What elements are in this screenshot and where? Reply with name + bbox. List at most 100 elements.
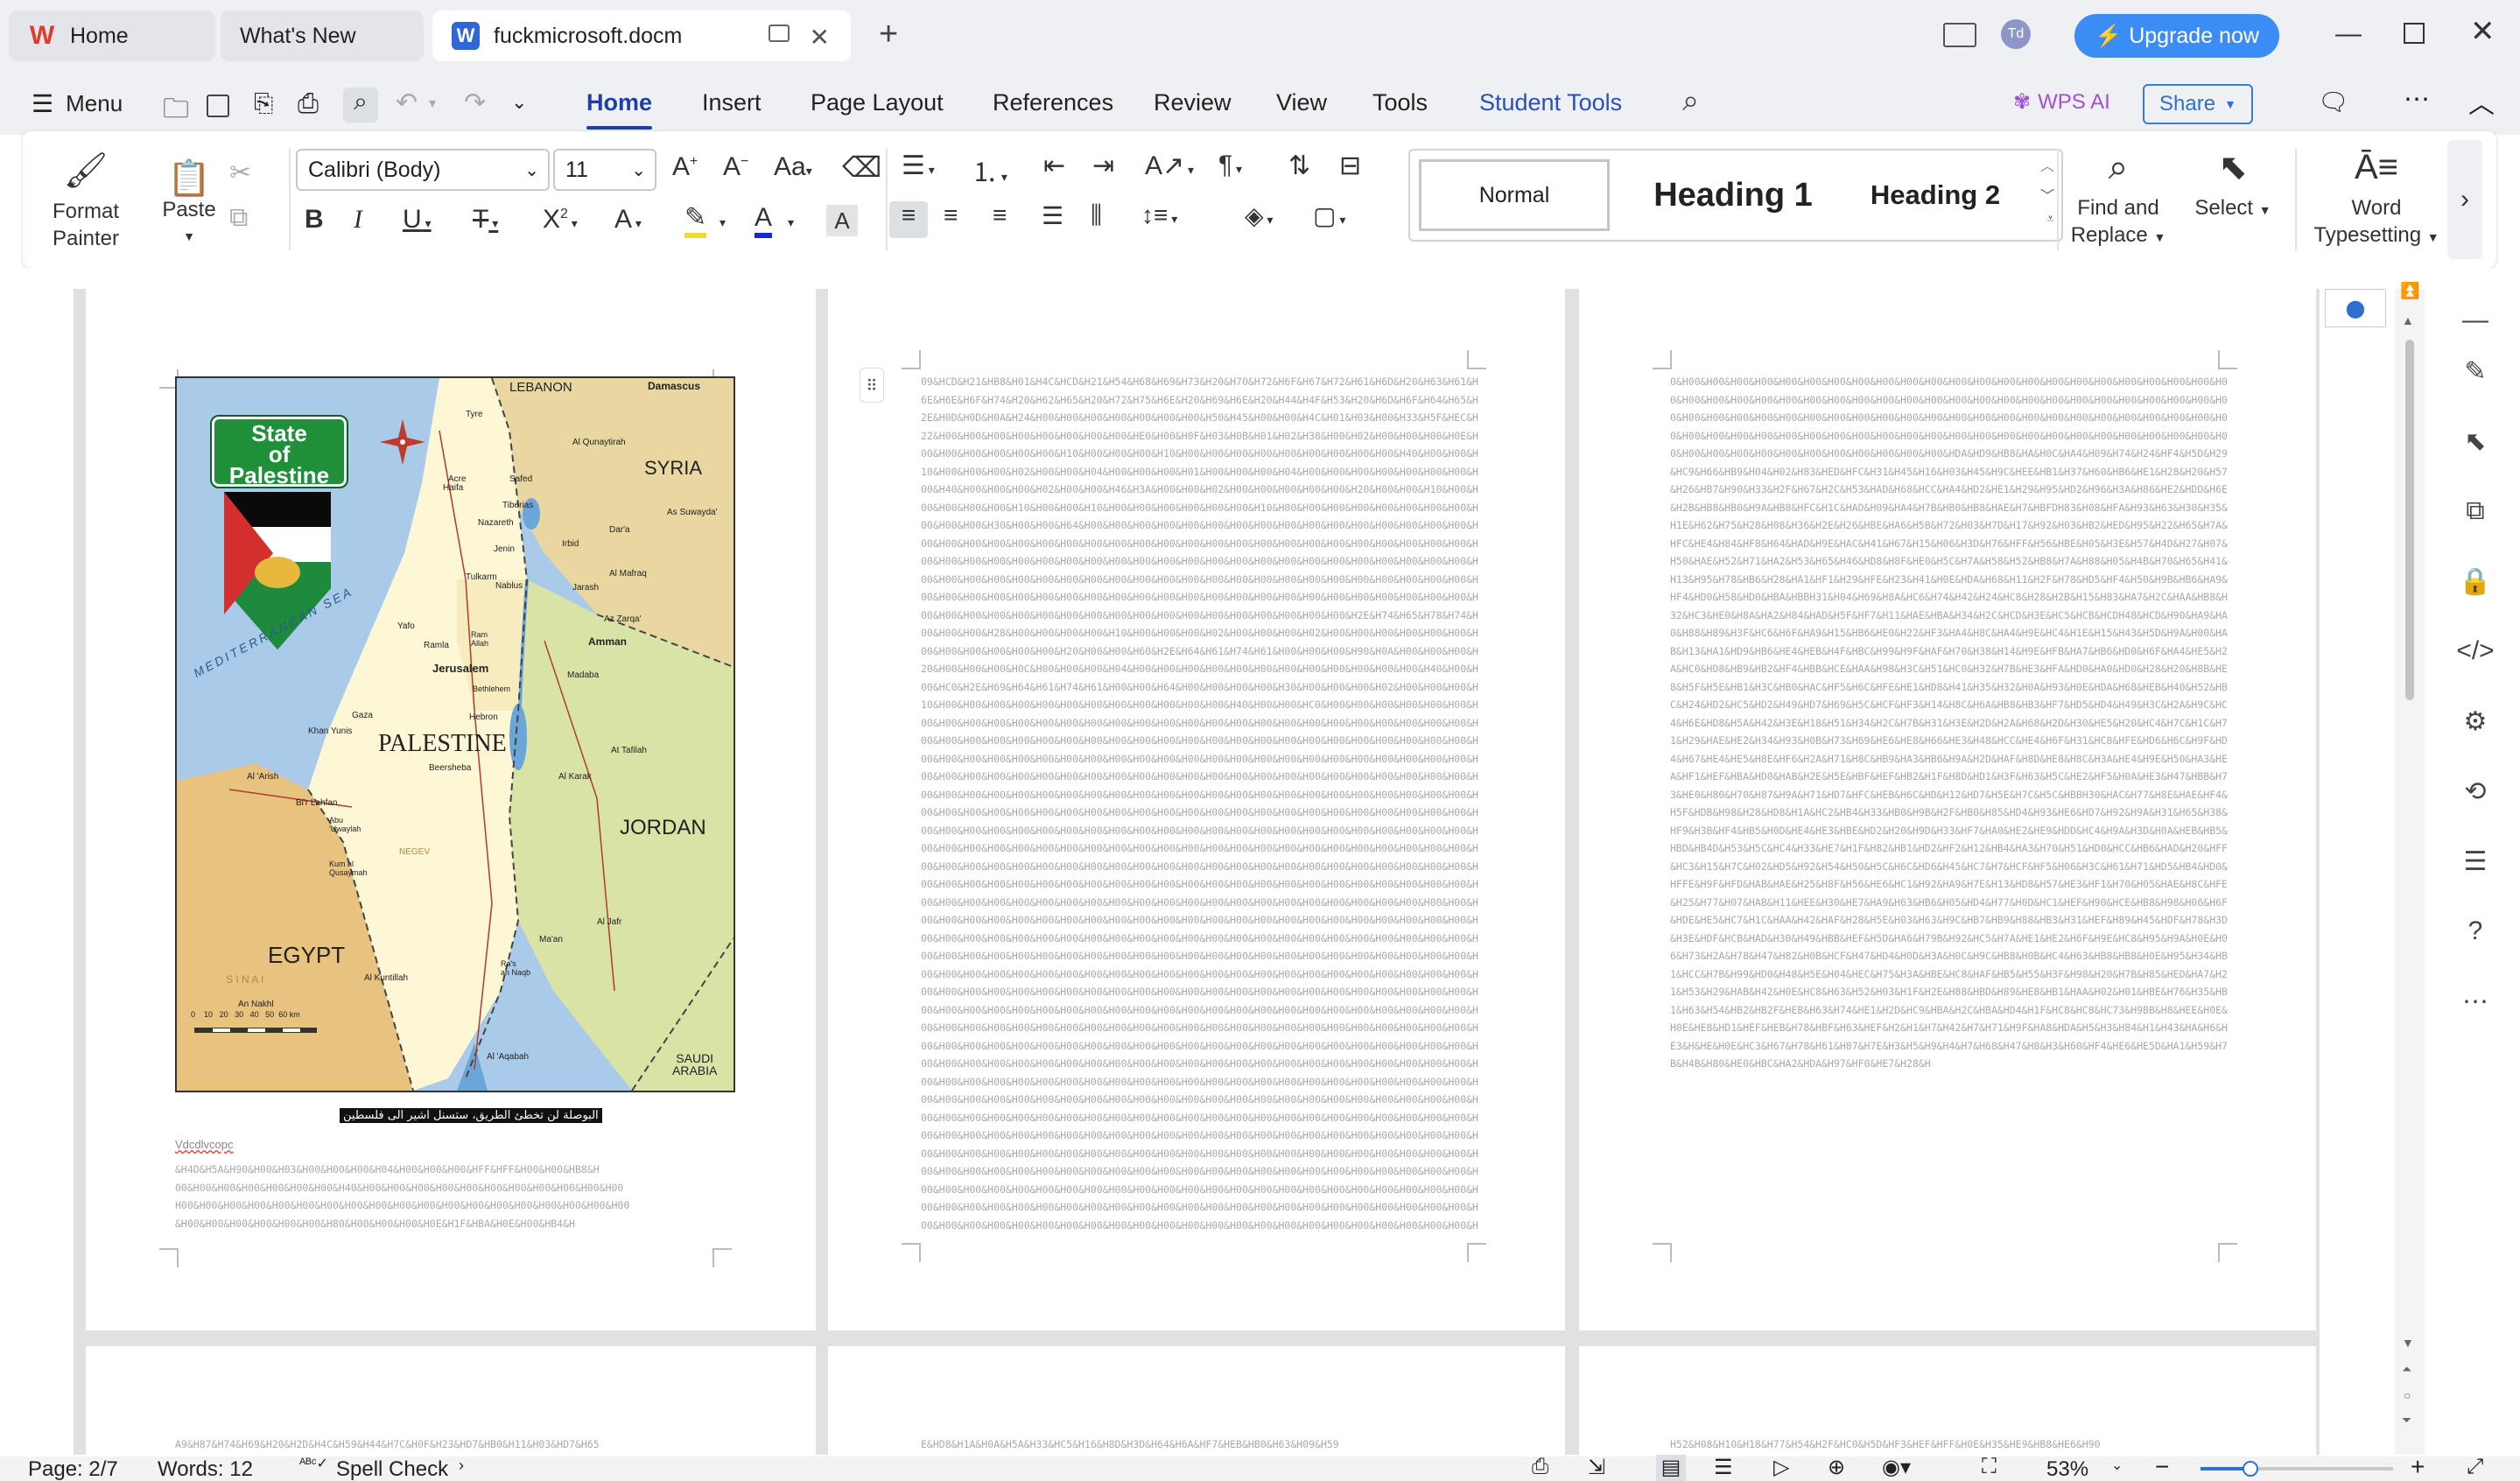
code-icon[interactable]: </>	[2456, 634, 2494, 669]
more-tools-icon[interactable]: ⋯	[2458, 984, 2493, 1019]
next-page-icon[interactable]: ⏷	[2402, 1413, 2411, 1428]
tab-document[interactable]: W fuckmicrosoft.docm ✕	[432, 11, 851, 61]
shading-button[interactable]: ◈ ▾	[1245, 201, 1273, 230]
paste-button[interactable]: 📋 Paste ▼	[154, 158, 224, 247]
help-icon[interactable]: ?	[2458, 914, 2493, 949]
eye-protection-icon[interactable]: ◉▾	[1882, 1455, 1911, 1480]
style-heading-2[interactable]: Heading 2	[1848, 159, 2023, 231]
word-typesetting-button[interactable]: Ā≡ Word Typesetting ▼	[2311, 150, 2442, 251]
change-case-icon[interactable]: Aa▾	[774, 152, 812, 182]
share-button[interactable]: Share ▼	[2143, 84, 2253, 124]
undo-icon[interactable]: ↶	[396, 88, 418, 118]
tab-home[interactable]: W Home	[9, 11, 215, 61]
minimize-button[interactable]: —	[2335, 19, 2362, 49]
underline-button[interactable]: U ▾	[403, 205, 432, 235]
spell-check-button[interactable]: Spell Check	[336, 1457, 448, 1481]
collapse-ribbon-icon[interactable]: ︿	[2468, 82, 2495, 121]
scroll-down-arrow[interactable]: ▼	[2402, 1336, 2414, 1350]
style-normal[interactable]: Normal	[1419, 159, 1610, 231]
drag-handle-icon[interactable]: ⠿	[860, 368, 884, 403]
font-color-button[interactable]: A	[755, 203, 773, 238]
styles-expand-icon[interactable]: ⩡	[2046, 212, 2054, 228]
highlight-button[interactable]: ✎	[684, 203, 707, 238]
font-name-select[interactable]: Calibri (Body) ⌄	[296, 149, 550, 191]
word-count[interactable]: Words: 12	[158, 1457, 253, 1481]
close-window-button[interactable]: ✕	[2470, 14, 2495, 49]
numbered-list-button[interactable]: ⒈ ▾	[972, 151, 1007, 189]
open-folder-icon[interactable]: 🗀	[163, 89, 189, 134]
window-layout-icon[interactable]	[1943, 23, 1976, 47]
fullscreen-icon[interactable]: ⤢	[2467, 1455, 2483, 1479]
ribbon-tab-tools[interactable]: Tools	[1372, 89, 1428, 116]
select-cursor-icon[interactable]: ⬉	[2458, 424, 2493, 459]
ribbon-tab-review[interactable]: Review	[1154, 89, 1232, 116]
bold-button[interactable]: B	[305, 205, 324, 235]
menu-button[interactable]: ☰ Menu	[32, 89, 123, 118]
print-preview-icon[interactable]: ⌕	[343, 88, 378, 123]
align-right-button[interactable]: ≡	[993, 201, 1007, 229]
page-view-icon[interactable]: ▤	[1656, 1455, 1686, 1481]
export-icon[interactable]: ⇲	[1588, 1455, 1605, 1480]
close-tab-icon[interactable]: ✕	[810, 23, 830, 52]
read-mode-icon[interactable]: ⎙	[1532, 1455, 1548, 1479]
distribute-button[interactable]: ⫼	[1091, 201, 1102, 230]
more-options-icon[interactable]: ⋯	[2404, 84, 2430, 115]
bullet-list-button[interactable]: ☰ ▾	[902, 151, 935, 181]
more-quick-access-icon[interactable]: ⌄	[511, 91, 527, 114]
style-heading-1[interactable]: Heading 1	[1624, 159, 1843, 231]
highlight-dropdown-icon[interactable]: ▾	[719, 215, 726, 230]
lock-icon[interactable]: 🔒	[2458, 564, 2493, 599]
document-compare-icon[interactable]: ⧉	[2458, 494, 2493, 529]
wps-ai-button[interactable]: ✾ WPS AI	[2013, 89, 2110, 115]
pen-icon[interactable]: ✎	[2458, 354, 2493, 389]
char-shading-button[interactable]: A	[826, 205, 858, 236]
redo-icon[interactable]: ↷	[464, 88, 486, 118]
find-replace-button[interactable]: ⌕ Find and Replace ▼	[2066, 150, 2171, 251]
ribbon-tab-page-layout[interactable]: Page Layout	[811, 89, 944, 116]
minimize-panel-icon[interactable]: —	[2458, 303, 2493, 338]
tab-whats-new[interactable]: What's New	[221, 11, 424, 61]
zoom-dropdown-icon[interactable]: ⌄	[2111, 1456, 2123, 1474]
print-icon[interactable]: ⎙	[298, 89, 319, 119]
copy-icon[interactable]: ⧉	[229, 203, 248, 233]
align-left-button[interactable]: ≡	[889, 201, 928, 238]
text-effect-button[interactable]: A ▾	[614, 205, 642, 235]
paragraph-mark-button[interactable]: ¶ ▾	[1218, 151, 1242, 180]
undo-dropdown-icon[interactable]: ▾	[429, 95, 436, 112]
ribbon-tab-references[interactable]: References	[993, 89, 1113, 116]
align-center-button[interactable]: ≡	[944, 201, 958, 229]
history-icon[interactable]: ⟲	[2458, 774, 2493, 809]
ribbon-tab-view[interactable]: View	[1276, 89, 1327, 116]
table-border-button[interactable]: ⊟	[1339, 151, 1361, 181]
search-icon[interactable]: ⌕	[1682, 84, 1699, 118]
vertical-scrollbar[interactable]: ⬤ ▲ ▼ ⏶ ○ ⏷	[2325, 289, 2425, 1455]
outline-view-icon[interactable]: ☰	[1714, 1455, 1733, 1480]
decrease-font-icon[interactable]: A−	[723, 152, 748, 182]
increase-indent-button[interactable]: ⇥	[1092, 151, 1114, 181]
sort-button[interactable]: ⇅	[1288, 151, 1310, 181]
settings-sliders-icon[interactable]: ⚙	[2458, 704, 2493, 739]
ribbon-tab-insert[interactable]: Insert	[702, 89, 762, 116]
new-tab-button[interactable]: +	[879, 16, 898, 53]
cut-icon[interactable]: ✂	[229, 158, 251, 188]
palestine-map[interactable]: State of Palestine LEBANON Damascus SYRI…	[175, 376, 735, 1092]
zoom-out-button[interactable]: −	[2155, 1453, 2169, 1481]
zoom-slider-thumb[interactable]	[2243, 1461, 2258, 1477]
save-icon[interactable]	[207, 95, 229, 117]
page-nav-dot-icon[interactable]: ○	[2404, 1388, 2411, 1402]
avatar[interactable]: Td	[2001, 19, 2031, 49]
line-spacing-button[interactable]: ↕≡ ▾	[1141, 201, 1177, 229]
page-indicator[interactable]: Page: 2/7	[28, 1457, 118, 1481]
layout-icon[interactable]: ☰	[2458, 844, 2493, 879]
ribbon-tab-student-tools[interactable]: Student Tools	[1479, 89, 1622, 116]
scroll-thumb[interactable]	[2405, 340, 2414, 700]
fit-page-icon[interactable]: ⛶	[1982, 1455, 1997, 1479]
upgrade-button[interactable]: ⚡ Upgrade now	[2074, 14, 2279, 58]
clear-format-icon[interactable]: ⌫	[842, 151, 881, 184]
comment-icon[interactable]: 🗨	[2318, 88, 2349, 116]
font-color-dropdown-icon[interactable]: ▾	[788, 215, 794, 230]
format-painter-button[interactable]: 🖌 Format Painter	[51, 153, 121, 252]
decrease-indent-button[interactable]: ⇤	[1043, 151, 1065, 181]
scroll-up-arrow[interactable]: ▲	[2402, 313, 2414, 327]
superscript-button[interactable]: X2 ▾	[543, 205, 578, 235]
